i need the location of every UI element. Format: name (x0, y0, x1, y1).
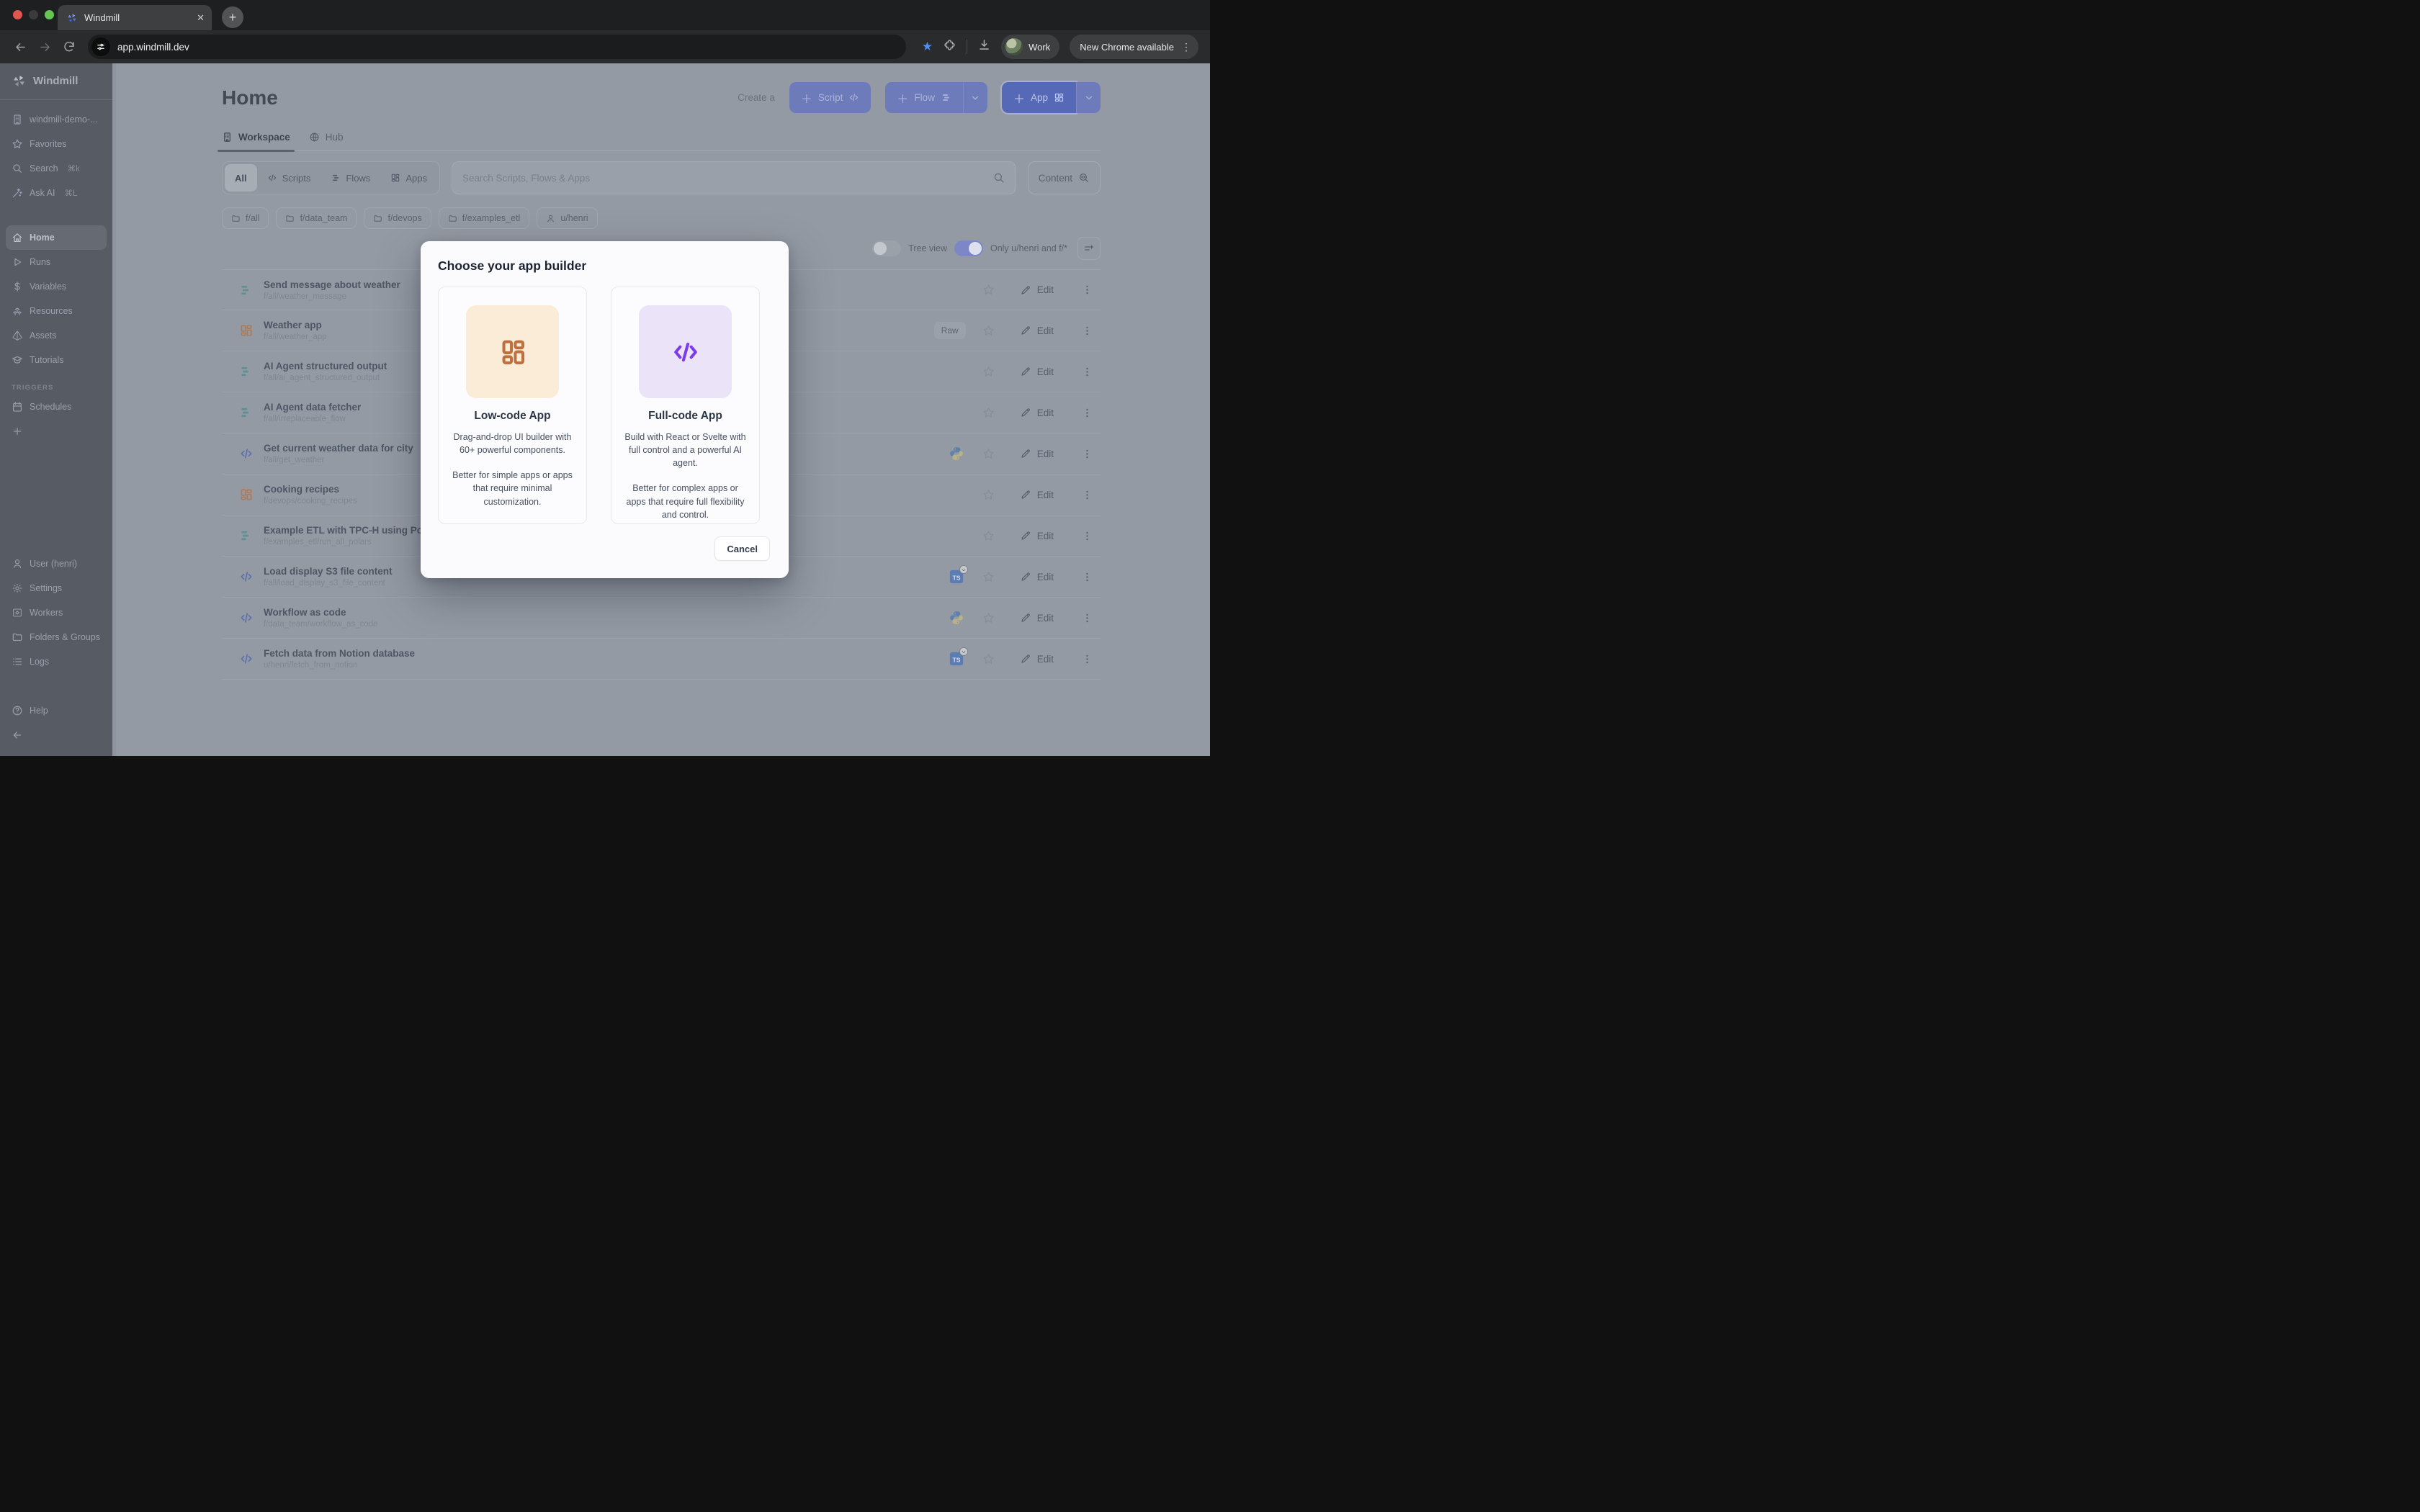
modal-title: Choose your app builder (438, 258, 771, 274)
app-builder-modal: Choose your app builder Low-code App Dra… (421, 241, 789, 578)
browser-window: Windmill ✕ + app.windmill.dev ★ (0, 0, 1210, 756)
code-icon (669, 336, 702, 369)
low-code-title: Low-code App (474, 410, 550, 423)
layout-dashboard-icon (496, 336, 529, 369)
full-code-tile (639, 305, 732, 398)
cancel-button[interactable]: Cancel (714, 536, 770, 561)
full-code-note: Better for complex apps or apps that req… (622, 482, 749, 521)
low-code-app-card[interactable]: Low-code App Drag-and-drop UI builder wi… (438, 287, 587, 524)
full-code-description: Build with React or Svelte with full con… (622, 431, 749, 469)
low-code-note: Better for simple apps or apps that requ… (449, 469, 576, 508)
modal-backdrop: Choose your app builder Low-code App Dra… (0, 0, 1210, 756)
low-code-tile (466, 305, 559, 398)
full-code-app-card[interactable]: Full-code App Build with React or Svelte… (611, 287, 760, 524)
full-code-title: Full-code App (648, 410, 722, 423)
low-code-description: Drag-and-drop UI builder with 60+ powerf… (449, 431, 576, 456)
